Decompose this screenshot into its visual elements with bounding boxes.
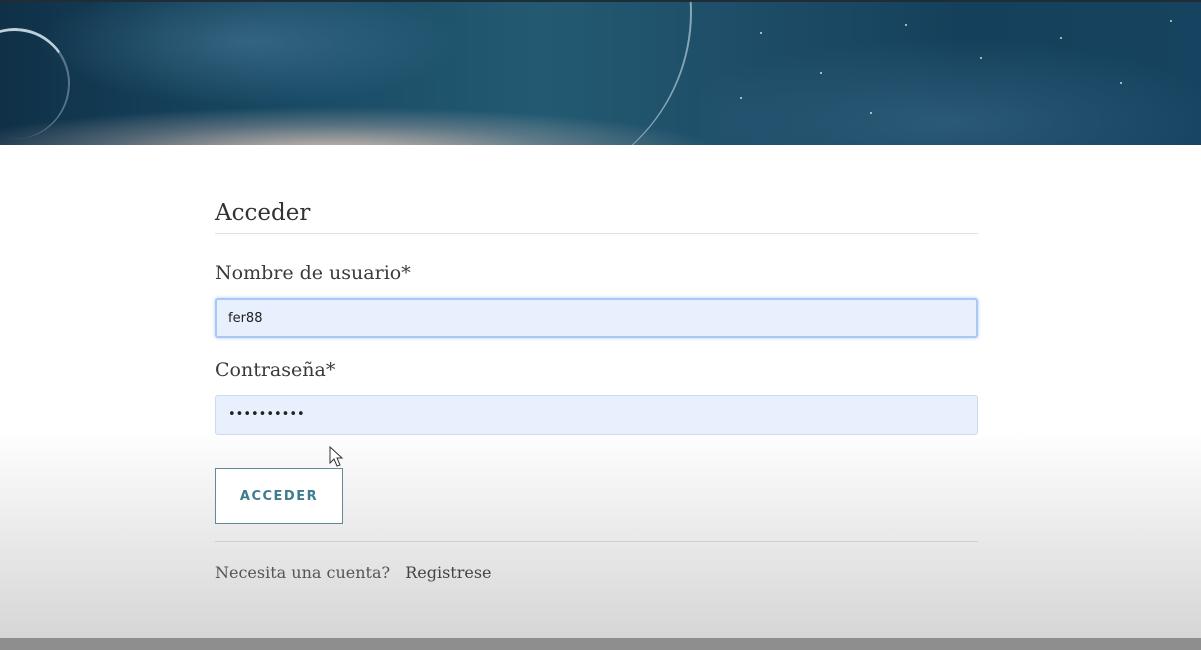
star	[980, 57, 982, 59]
star	[760, 32, 762, 34]
background-fade	[0, 430, 1201, 638]
signup-prompt: Necesita una cuenta? Registrese	[215, 563, 492, 582]
star	[870, 112, 872, 114]
form-title: Acceder	[215, 200, 311, 226]
star	[740, 97, 742, 99]
footer-divider	[215, 541, 978, 542]
password-label: Contraseña*	[215, 359, 336, 381]
star	[820, 72, 822, 74]
star	[905, 24, 907, 26]
star	[1060, 37, 1062, 39]
username-label: Nombre de usuario*	[215, 262, 411, 284]
password-input[interactable]: ••••••••••	[215, 395, 978, 435]
username-input[interactable]	[215, 298, 978, 338]
star	[1170, 20, 1172, 22]
login-button[interactable]: ACCEDER	[215, 468, 343, 524]
signup-prompt-text: Necesita una cuenta?	[215, 563, 391, 582]
hero-glow	[700, 2, 1201, 145]
hero-banner	[0, 0, 1201, 145]
star	[1120, 82, 1122, 84]
footer-strip	[0, 638, 1201, 650]
login-form: Acceder Nombre de usuario* Contraseña* •…	[215, 196, 978, 582]
planet-arc-decoration	[0, 23, 75, 144]
register-link[interactable]: Registrese	[405, 563, 491, 582]
title-divider	[215, 233, 978, 234]
mouse-pointer-icon	[329, 446, 344, 467]
planet-ring-decoration	[330, 2, 692, 145]
